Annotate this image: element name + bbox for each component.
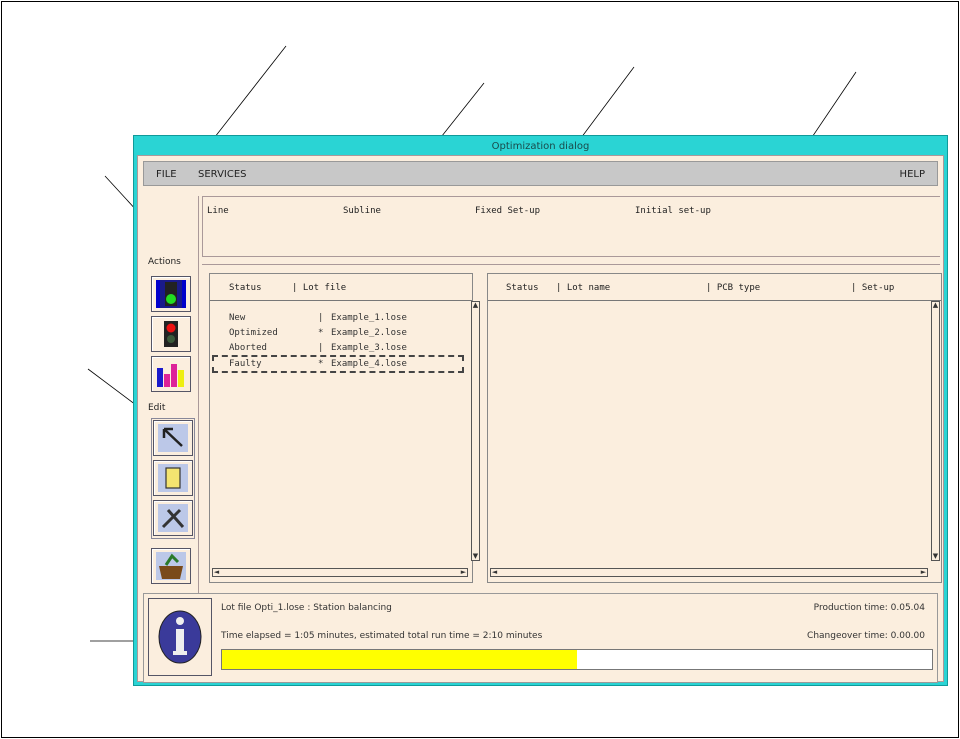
lot-file-status-text: Lot file Opti_1.lose : Station balancing: [221, 603, 392, 613]
lot-list-panel: Status | Lot file New | Example_1.lose O…: [209, 273, 480, 583]
edit-document-button[interactable]: [153, 460, 193, 496]
info-icon: [158, 610, 202, 664]
pointer-arrow-icon: [158, 424, 188, 452]
lot-detail-col-pcb-type[interactable]: | PCB type: [706, 283, 760, 293]
progress-bar: [221, 649, 933, 670]
status-panel: Lot file Opti_1.lose : Station balancing…: [143, 593, 938, 683]
menu-file[interactable]: FILE: [156, 169, 177, 180]
bar-chart-icon: [157, 364, 184, 387]
row-separator: *: [318, 328, 324, 338]
scroll-left-icon[interactable]: ◄: [213, 569, 220, 576]
window-title[interactable]: Optimization dialog: [136, 138, 945, 155]
lot-list-vertical-scrollbar[interactable]: ▲ ▼: [471, 301, 480, 561]
scroll-down-icon[interactable]: ▼: [472, 553, 479, 560]
row-status: New: [229, 313, 246, 323]
line-header-panel: Line Subline Fixed Set-up Initial set-up: [202, 196, 940, 257]
header-initial-setup: Initial set-up: [635, 206, 711, 216]
toolbar-divider: [198, 196, 199, 647]
header-subline: Subline: [343, 206, 381, 216]
actions-label: Actions: [148, 257, 181, 267]
scroll-right-icon[interactable]: ►: [460, 569, 467, 576]
time-elapsed-text: Time elapsed = 1:05 minutes, estimated t…: [221, 631, 543, 641]
row-file: Example_3.lose: [331, 343, 407, 353]
row-status: Optimized: [229, 328, 278, 338]
lot-list-row-selected[interactable]: Faulty * Example_4.lose: [212, 355, 464, 373]
menu-services[interactable]: SERVICES: [198, 169, 247, 180]
traffic-light-green-icon: [156, 280, 186, 308]
scroll-left-icon[interactable]: ◄: [491, 569, 498, 576]
lot-detail-col-lot-name[interactable]: | Lot name: [556, 283, 610, 293]
show-chart-button[interactable]: [151, 356, 191, 392]
lot-list-row[interactable]: New | Example_1.lose: [214, 313, 462, 326]
lot-detail-col-status[interactable]: Status: [506, 283, 539, 293]
traffic-light-red-icon: [164, 321, 178, 347]
menu-help[interactable]: HELP: [900, 169, 925, 180]
lot-detail-horizontal-scrollbar[interactable]: ◄ ►: [490, 568, 928, 577]
lot-list-header: Status | Lot file: [210, 274, 472, 301]
lot-list-col-status[interactable]: Status: [229, 283, 262, 293]
progress-bar-fill: [222, 650, 577, 669]
scroll-up-icon[interactable]: ▲: [472, 302, 479, 309]
scroll-up-icon[interactable]: ▲: [932, 302, 939, 309]
basket-icon: [156, 552, 186, 580]
edit-label: Edit: [148, 403, 166, 413]
scroll-down-icon[interactable]: ▼: [932, 553, 939, 560]
document-icon: [158, 464, 188, 492]
row-status: Faulty: [229, 359, 262, 369]
changeover-time-text: Changeover time: 0.00.00: [807, 631, 925, 641]
basket-button[interactable]: [151, 548, 191, 584]
header-fixed-setup: Fixed Set-up: [475, 206, 541, 216]
row-file: Example_2.lose: [331, 328, 407, 338]
lot-list-col-file[interactable]: | Lot file: [292, 283, 346, 293]
lot-detail-col-setup[interactable]: | Set-up: [851, 283, 894, 293]
info-box: [148, 598, 212, 676]
dialog-client-area: FILE SERVICES HELP Line Subline Fixed Se…: [137, 155, 944, 683]
lot-detail-vertical-scrollbar[interactable]: ▲ ▼: [931, 301, 940, 561]
header-line: Line: [207, 206, 229, 216]
select-button[interactable]: [153, 420, 193, 456]
production-time-text: Production time: 0.05.04: [813, 603, 925, 613]
optimization-dialog-window: Optimization dialog FILE SERVICES HELP L…: [133, 135, 948, 686]
lot-detail-header: Status | Lot name | PCB type | Set-up: [488, 274, 941, 301]
row-separator: *: [318, 359, 324, 369]
lot-list-horizontal-scrollbar[interactable]: ◄ ►: [212, 568, 468, 577]
row-file: Example_1.lose: [331, 313, 407, 323]
row-separator: |: [318, 313, 324, 323]
stop-optimization-button[interactable]: [151, 316, 191, 352]
row-file: Example_4.lose: [331, 359, 407, 369]
row-separator: |: [318, 343, 324, 353]
row-status: Aborted: [229, 343, 267, 353]
tools-button[interactable]: [153, 500, 193, 536]
tools-icon: [158, 504, 188, 532]
separator: [202, 264, 940, 265]
menu-bar: FILE SERVICES HELP: [143, 161, 938, 186]
lot-list-row[interactable]: Optimized * Example_2.lose: [214, 328, 462, 341]
run-optimization-button[interactable]: [151, 276, 191, 312]
scroll-right-icon[interactable]: ►: [920, 569, 927, 576]
lot-detail-panel: Status | Lot name | PCB type | Set-up ▲ …: [487, 273, 942, 583]
